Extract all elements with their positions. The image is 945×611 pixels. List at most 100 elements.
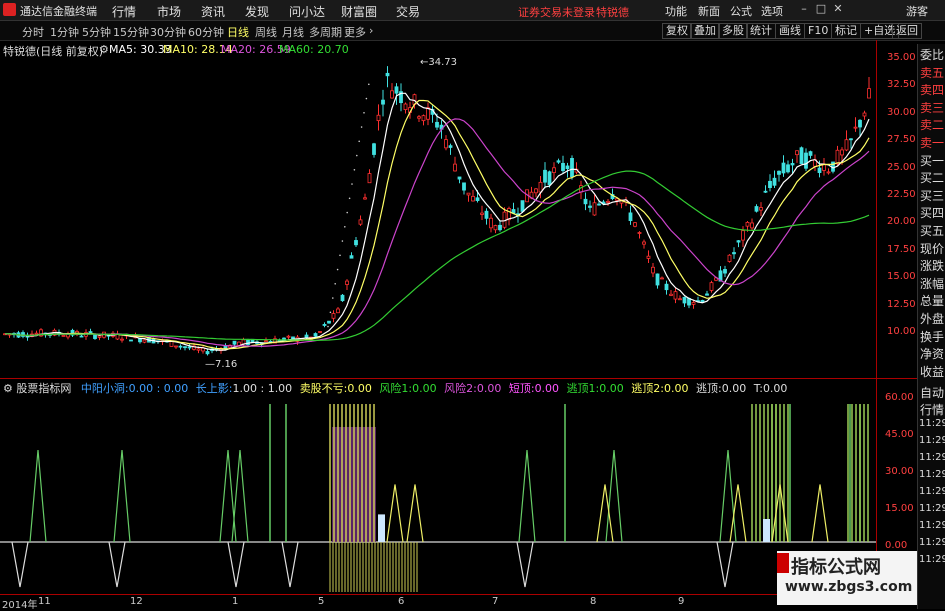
menu-xuanxiang[interactable]: 选项 — [761, 3, 783, 19]
side-item[interactable]: 委比 — [919, 46, 945, 63]
side-item[interactable]: 卖二 — [919, 116, 945, 133]
watermark-logo-icon — [777, 553, 789, 573]
price-tick-label: 25.00 — [887, 161, 916, 173]
trend-dot — [346, 211, 349, 214]
side-item[interactable]: 卖三 — [919, 99, 945, 116]
yellow-spike — [406, 484, 424, 543]
maximize-icon[interactable]: □ — [814, 2, 828, 16]
period-15min[interactable]: 15分钟 — [113, 24, 149, 40]
candle-body — [732, 252, 736, 255]
side-item-time[interactable]: 11:29 — [919, 418, 945, 429]
side-item-time[interactable]: 11:29 — [919, 520, 945, 531]
side-item[interactable]: 买二 — [919, 169, 945, 186]
candle-body — [376, 114, 381, 122]
side-item-time[interactable]: 11:29 — [919, 435, 945, 446]
candlestick-chart[interactable]: ←34.73 —7.16 — [0, 40, 917, 380]
side-item[interactable]: 外盘 — [919, 310, 945, 327]
candle-body — [444, 139, 448, 149]
price-axis: 35.00 32.50 30.00 27.50 25.00 22.50 20.00 17.50… — [876, 40, 917, 380]
menu-gongneng[interactable]: 功能 — [665, 3, 687, 19]
candle-body — [795, 150, 799, 156]
indicator-tick-label: 15.00 — [885, 503, 914, 514]
candle-body — [453, 163, 457, 172]
candle-body — [327, 320, 331, 324]
period-fenshi[interactable]: 分时 — [22, 24, 44, 40]
tool-fuquan[interactable]: 复权 — [662, 23, 692, 39]
menu-item-wenxiaoda[interactable]: 问小达 — [289, 3, 325, 20]
side-item[interactable]: 买一 — [919, 152, 945, 169]
side-item[interactable]: 买三 — [919, 187, 945, 204]
side-item[interactable]: 涨跌 — [919, 257, 945, 274]
watermark: 指标公式网 www.zbgs3.com — [777, 551, 917, 605]
close-icon[interactable]: ✕ — [831, 2, 845, 16]
price-tick-label: 15.00 — [887, 271, 916, 283]
side-item-time[interactable]: 11:29 — [919, 469, 945, 480]
side-item[interactable]: 买四 — [919, 204, 945, 221]
candle-body — [709, 282, 714, 291]
trend-dot — [351, 183, 353, 185]
tool-duogu[interactable]: 多股 — [718, 23, 748, 39]
trend-dot — [356, 154, 358, 157]
period-5min[interactable]: 5分钟 — [82, 24, 111, 40]
menu-xinmian[interactable]: 新面 — [698, 3, 720, 19]
period-more[interactable]: 更多 — [344, 24, 366, 40]
menu-item-shichang[interactable]: 市场 — [157, 3, 181, 20]
menu-gongshi[interactable]: 公式 — [730, 3, 752, 19]
side-item-time[interactable]: 11:29 — [919, 486, 945, 497]
tool-huaxian[interactable]: 画线 — [775, 23, 805, 39]
candle-body — [673, 291, 678, 300]
menu-item-jiaoyi[interactable]: 交易 — [396, 3, 420, 20]
tool-biaoji[interactable]: 标记 — [831, 23, 861, 39]
candle-body — [678, 298, 682, 301]
tool-tongji[interactable]: 统计 — [746, 23, 776, 39]
ma20-line — [4, 118, 870, 348]
minimize-icon[interactable]: – — [797, 2, 811, 16]
side-item-time[interactable]: 11:29 — [919, 503, 945, 514]
guest-label[interactable]: 游客 — [906, 3, 928, 19]
period-30min[interactable]: 30分钟 — [150, 24, 186, 40]
trend-dot — [365, 97, 368, 100]
tool-diejia[interactable]: 叠加 — [690, 23, 720, 39]
side-item-time[interactable]: 11:29 — [919, 554, 945, 565]
menu-item-faxian[interactable]: 发现 — [245, 3, 269, 20]
side-item-time[interactable]: 自动 — [919, 384, 945, 401]
login-warning[interactable]: 证券交易未登录 — [518, 4, 595, 20]
candle-body — [628, 212, 633, 222]
side-item[interactable]: 卖四 — [919, 81, 945, 98]
side-item[interactable]: 买五 — [919, 222, 945, 239]
menu-item-zixun[interactable]: 资讯 — [201, 3, 225, 20]
candle-body — [304, 334, 309, 338]
side-item-time[interactable]: 行情 — [919, 401, 945, 418]
tool-f10[interactable]: F10 — [804, 23, 833, 39]
side-item-time[interactable]: 11:29 — [919, 452, 945, 463]
side-item[interactable]: 现价 — [919, 240, 945, 257]
side-item[interactable]: 换手 — [919, 328, 945, 345]
side-item-time[interactable]: 11:29 — [919, 537, 945, 548]
indicator-chart[interactable] — [0, 394, 876, 594]
ma5-line — [4, 92, 870, 351]
chevron-right-icon[interactable]: › — [369, 24, 373, 37]
side-item[interactable]: 收益 — [919, 363, 945, 380]
menu-item-hangqing[interactable]: 行情 — [112, 3, 136, 20]
period-1min[interactable]: 1分钟 — [50, 24, 79, 40]
period-60min[interactable]: 60分钟 — [188, 24, 224, 40]
time-tick-label: 5 — [318, 596, 325, 607]
period-weekly[interactable]: 周线 — [255, 24, 277, 40]
candle-body — [88, 331, 93, 333]
tool-fanhui[interactable]: 返回 — [892, 23, 922, 39]
price-tick-label: 10.00 — [887, 326, 916, 337]
menu-item-caifuquan[interactable]: 财富圈 — [341, 3, 377, 20]
side-item[interactable]: 卖五 — [919, 64, 945, 81]
candle-body — [534, 188, 538, 194]
trend-dot — [358, 140, 361, 143]
side-item[interactable]: 卖一 — [919, 134, 945, 151]
period-multi[interactable]: 多周期 — [309, 24, 342, 40]
candle-body — [345, 280, 349, 285]
candle-body — [313, 333, 318, 337]
side-item[interactable]: 总量 — [919, 292, 945, 309]
side-item[interactable]: 涨幅 — [919, 275, 945, 292]
period-monthly[interactable]: 月线 — [282, 24, 304, 40]
yellow-spike — [386, 484, 404, 543]
side-item[interactable]: 净资 — [919, 345, 945, 362]
period-daily[interactable]: 日线 — [227, 24, 249, 40]
